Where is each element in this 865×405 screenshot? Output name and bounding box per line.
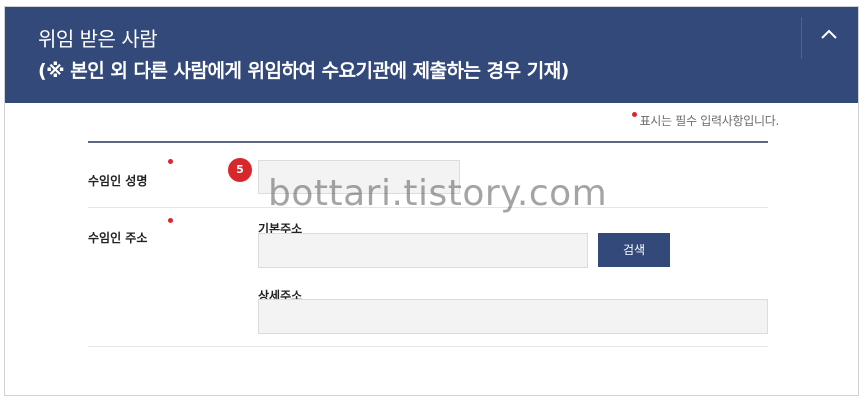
step-badge: 5	[228, 158, 252, 182]
collapse-button[interactable]	[802, 7, 858, 69]
row-divider	[88, 207, 768, 208]
panel-subtitle: (※ 본인 외 다른 사람에게 위임하여 수요기관에 제출하는 경우 기재)	[38, 60, 569, 82]
required-dot-icon	[168, 159, 173, 164]
delegate-panel: 위임 받은 사람 (※ 본인 외 다른 사람에게 위임하여 수요기관에 제출하는…	[4, 6, 859, 396]
required-note-text: 표시는 필수 입력사항입니다.	[639, 114, 780, 128]
required-dot-icon	[631, 112, 637, 117]
address-search-button[interactable]: 검색	[598, 233, 670, 267]
basic-address-input[interactable]	[258, 233, 588, 268]
chevron-up-icon	[821, 29, 837, 39]
form-top-rule	[88, 141, 768, 143]
required-dot-icon	[168, 218, 173, 223]
panel-header: 위임 받은 사람 (※ 본인 외 다른 사람에게 위임하여 수요기관에 제출하는…	[5, 7, 858, 103]
recipient-name-input[interactable]	[258, 160, 460, 194]
panel-title: 위임 받은 사람	[38, 27, 158, 51]
recipient-address-label: 수임인 주소	[88, 231, 148, 245]
recipient-name-label: 수임인 성명	[88, 174, 148, 188]
required-note: 표시는 필수 입력사항입니다.	[631, 112, 780, 129]
row-divider	[88, 346, 768, 347]
detail-address-input[interactable]	[258, 299, 768, 334]
